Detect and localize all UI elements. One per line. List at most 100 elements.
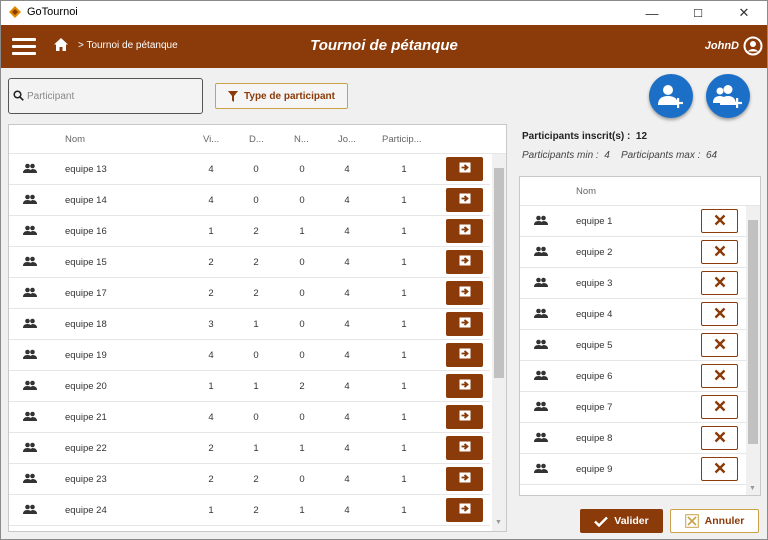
col-nom[interactable]: Nom [65,134,85,145]
col-joues[interactable]: Jo... [338,134,356,145]
maximize-button[interactable]: ☐ [675,1,721,25]
losses-value: 2 [253,288,259,299]
participant-name: equipe 9 [576,464,613,475]
table-row[interactable]: equipe 16 1 2 1 4 1 [9,216,490,247]
close-icon [714,214,726,229]
remove-participant-button[interactable] [701,395,738,419]
list-item[interactable]: equipe 6 [520,361,747,392]
close-window-button[interactable]: ✕ [721,1,767,25]
participant-name: equipe 2 [576,247,613,258]
list-item[interactable]: equipe 3 [520,268,747,299]
wins-value: 1 [208,381,214,392]
arrow-right-icon [459,348,471,362]
left-scrollbar-thumb[interactable] [494,168,504,378]
list-item[interactable]: equipe 5 [520,330,747,361]
losses-value: 1 [253,381,259,392]
draws-value: 0 [299,412,305,423]
draws-value: 0 [299,350,305,361]
participant-limits: Participants min : 4 Participants max : … [522,150,717,161]
arrow-right-icon [459,224,471,238]
list-item[interactable]: equipe 2 [520,237,747,268]
right-scrollbar-thumb[interactable] [748,220,758,444]
add-to-tournament-button[interactable] [446,436,483,460]
team-icon [534,401,548,415]
table-row[interactable]: equipe 14 4 0 0 4 1 [9,185,490,216]
col-participations[interactable]: Particip... [382,134,422,145]
remove-participant-button[interactable] [701,240,738,264]
add-to-tournament-button[interactable] [446,467,483,491]
add-to-tournament-button[interactable] [446,219,483,243]
remove-participant-button[interactable] [701,457,738,481]
cancel-icon [684,514,699,528]
account-icon[interactable] [743,36,763,56]
list-item[interactable]: equipe 7 [520,392,747,423]
table-row[interactable]: equipe 15 2 2 0 4 1 [9,247,490,278]
window-title: GoTournoi [27,6,78,18]
remove-participant-button[interactable] [701,302,738,326]
col-nuls[interactable]: N... [294,134,309,145]
list-item[interactable]: equipe 8 [520,423,747,454]
left-scrollbar[interactable]: ▼ [492,154,506,531]
list-item[interactable]: equipe 9 [520,454,747,485]
add-to-tournament-button[interactable] [446,312,483,336]
add-to-tournament-button[interactable] [446,157,483,181]
table-row[interactable]: equipe 24 1 2 1 4 1 [9,495,490,526]
table-row[interactable]: equipe 19 4 0 0 4 1 [9,340,490,371]
add-participant-button[interactable] [649,74,693,118]
participant-type-filter-button[interactable]: Type de participant [215,83,348,109]
col-nom-right[interactable]: Nom [576,186,596,197]
table-row[interactable]: equipe 22 2 1 1 4 1 [9,433,490,464]
validate-button[interactable]: Valider [580,509,663,533]
remove-participant-button[interactable] [701,271,738,295]
add-team-button[interactable] [706,74,750,118]
table-row[interactable]: equipe 20 1 1 2 4 1 [9,371,490,402]
min-value: 4 [604,150,610,161]
remove-participant-button[interactable] [701,333,738,357]
add-to-tournament-button[interactable] [446,343,483,367]
participant-name: equipe 22 [65,443,107,454]
played-value: 4 [344,350,350,361]
table-row[interactable]: equipe 18 3 1 0 4 1 [9,309,490,340]
minimize-button[interactable]: — [629,1,675,25]
close-icon [714,462,726,477]
title-bar: GoTournoi — ☐ ✕ [1,1,767,25]
add-to-tournament-button[interactable] [446,498,483,522]
col-victoires[interactable]: Vi... [203,134,219,145]
remove-participant-button[interactable] [701,426,738,450]
table-row[interactable]: equipe 17 2 2 0 4 1 [9,278,490,309]
add-to-tournament-button[interactable] [446,405,483,429]
participant-name: equipe 14 [65,195,107,206]
col-defaites[interactable]: D... [249,134,264,145]
remove-participant-button[interactable] [701,209,738,233]
participant-name: equipe 16 [65,226,107,237]
filter-label: Type de participant [244,90,335,102]
remove-participant-button[interactable] [701,364,738,388]
played-value: 4 [344,505,350,516]
team-icon [23,163,37,177]
list-item[interactable]: equipe 1 [520,206,747,237]
add-to-tournament-button[interactable] [446,281,483,305]
draws-value: 0 [299,257,305,268]
cancel-button[interactable]: Annuler [670,509,759,533]
available-participants-table: Nom Vi... D... N... Jo... Particip... eq… [8,124,507,532]
participant-search-input[interactable] [27,88,197,104]
add-to-tournament-button[interactable] [446,188,483,212]
add-to-tournament-button[interactable] [446,374,483,398]
participations-value: 1 [401,195,407,206]
table-row[interactable]: equipe 13 4 0 0 4 1 [9,154,490,185]
table-row[interactable]: equipe 23 2 2 0 4 1 [9,464,490,495]
table-row[interactable]: equipe 21 4 0 0 4 1 [9,402,490,433]
right-scrollbar[interactable]: ▼ [746,206,760,495]
add-to-tournament-button[interactable] [446,250,483,274]
draws-value: 1 [299,443,305,454]
participations-value: 1 [401,381,407,392]
losses-value: 2 [253,226,259,237]
played-value: 4 [344,412,350,423]
arrow-right-icon [459,193,471,207]
played-value: 4 [344,443,350,454]
scroll-down-icon[interactable]: ▼ [749,485,756,492]
scroll-down-icon[interactable]: ▼ [495,519,502,526]
wins-value: 2 [208,474,214,485]
list-item[interactable]: equipe 4 [520,299,747,330]
close-icon [714,338,726,353]
